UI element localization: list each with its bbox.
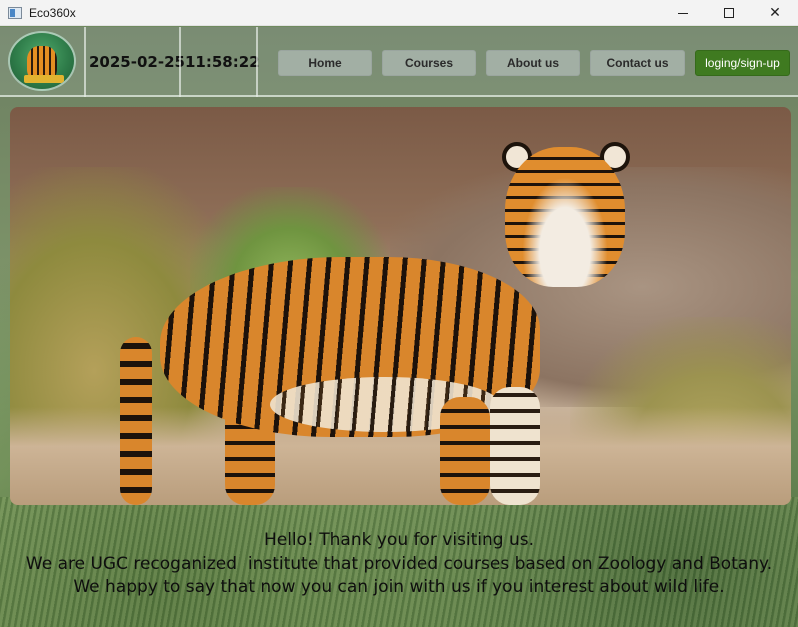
nav-home-button[interactable]: Home — [278, 50, 372, 76]
nav-about-button[interactable]: About us — [486, 50, 580, 76]
nav-courses-button[interactable]: Courses — [382, 50, 476, 76]
login-signup-button[interactable]: loging/sign-up — [695, 50, 790, 76]
tiger-front-leg — [490, 387, 540, 505]
welcome-line: Hello! Thank you for visiting us. — [263, 530, 535, 550]
minimize-icon — [678, 12, 688, 14]
window-controls: ✕ — [660, 0, 798, 26]
time-display: 11:58:22 — [185, 53, 260, 71]
maximize-button[interactable] — [706, 0, 752, 26]
minimize-button[interactable] — [660, 0, 706, 26]
main-content: 2025-02-25 11:58:22 Home Courses About u… — [0, 27, 798, 627]
header-divider — [256, 27, 258, 97]
tiger-head — [505, 147, 625, 287]
hero-tiger-image — [10, 107, 791, 505]
tiger-tail — [120, 337, 152, 505]
date-display: 2025-02-25 — [89, 53, 185, 71]
tiger-front-leg — [440, 397, 490, 505]
window-title: Eco360x — [29, 5, 76, 20]
nav-contact-button[interactable]: Contact us — [590, 50, 685, 76]
maximize-icon — [724, 8, 734, 18]
welcome-message: Hello! Thank you for visiting us. We are… — [0, 529, 798, 600]
app-icon — [8, 6, 22, 19]
welcome-line: We happy to say that now you can join wi… — [73, 577, 725, 597]
logo — [8, 31, 76, 91]
app-header: 2025-02-25 11:58:22 Home Courses About u… — [0, 27, 798, 97]
header-divider — [179, 27, 181, 97]
window-titlebar: Eco360x ✕ — [0, 0, 798, 26]
close-icon: ✕ — [769, 5, 781, 21]
logo-banner — [24, 75, 64, 83]
header-divider — [84, 27, 86, 97]
close-button[interactable]: ✕ — [752, 0, 798, 26]
welcome-line: We are UGC recoganized institute that pr… — [25, 553, 773, 574]
